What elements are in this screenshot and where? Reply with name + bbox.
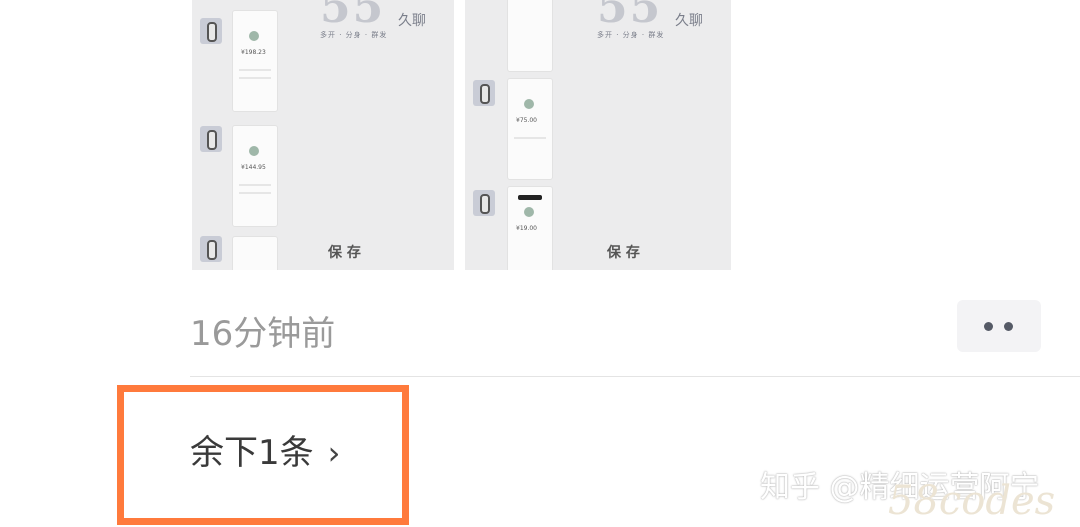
amount-text: ¥19.00 [516,225,537,232]
status-dot-icon [249,31,259,41]
phone-screenshot [232,236,278,270]
avatar-icon [200,236,222,262]
avatar-icon [200,18,222,44]
watermark-brand: 久聊 [675,13,703,29]
watermark-brand: 久聊 [398,13,426,29]
site-logo-watermark: 58codes [888,478,1056,524]
post-image-1[interactable]: ¥198.23 ¥144.95 55 久聊 多开 · 分身 · 群发 保 存 [192,0,454,270]
image-footer-text: 保 存 [607,245,640,261]
post-image-2[interactable]: ¥75.00 ¥19.00 55 久聊 多开 · 分身 · 群发 保 存 [465,0,731,270]
phone-screenshot: ¥144.95 [232,125,278,227]
more-options-button[interactable] [957,300,1041,352]
post-timestamp: 16分钟前 [190,314,336,354]
status-dot-icon [524,207,534,217]
status-dot-icon [249,146,259,156]
remaining-comments-label: 余下1条 [190,433,314,473]
phone-screenshot: ¥198.23 [232,10,278,112]
phone-screenshot [507,0,553,72]
watermark-number: 55 [597,0,663,33]
avatar-icon [473,190,495,216]
chevron-right-icon: › [327,434,341,472]
amount-text: ¥198.23 [241,49,266,56]
watermark-subtitle: 多开 · 分身 · 群发 [597,31,665,39]
remaining-comments-link[interactable]: 余下1条 › [190,425,340,474]
watermark-subtitle: 多开 · 分身 · 群发 [320,31,388,39]
status-dot-icon [524,99,534,109]
phone-screenshot: ¥75.00 [507,78,553,180]
image-footer-text: 保 存 [328,245,361,261]
phone-screenshot: ¥19.00 [507,186,553,270]
amount-text: ¥75.00 [516,117,537,124]
divider [190,376,1080,377]
avatar-icon [473,80,495,106]
avatar-icon [200,126,222,152]
watermark-number: 55 [320,0,386,33]
amount-text: ¥144.95 [241,164,266,171]
